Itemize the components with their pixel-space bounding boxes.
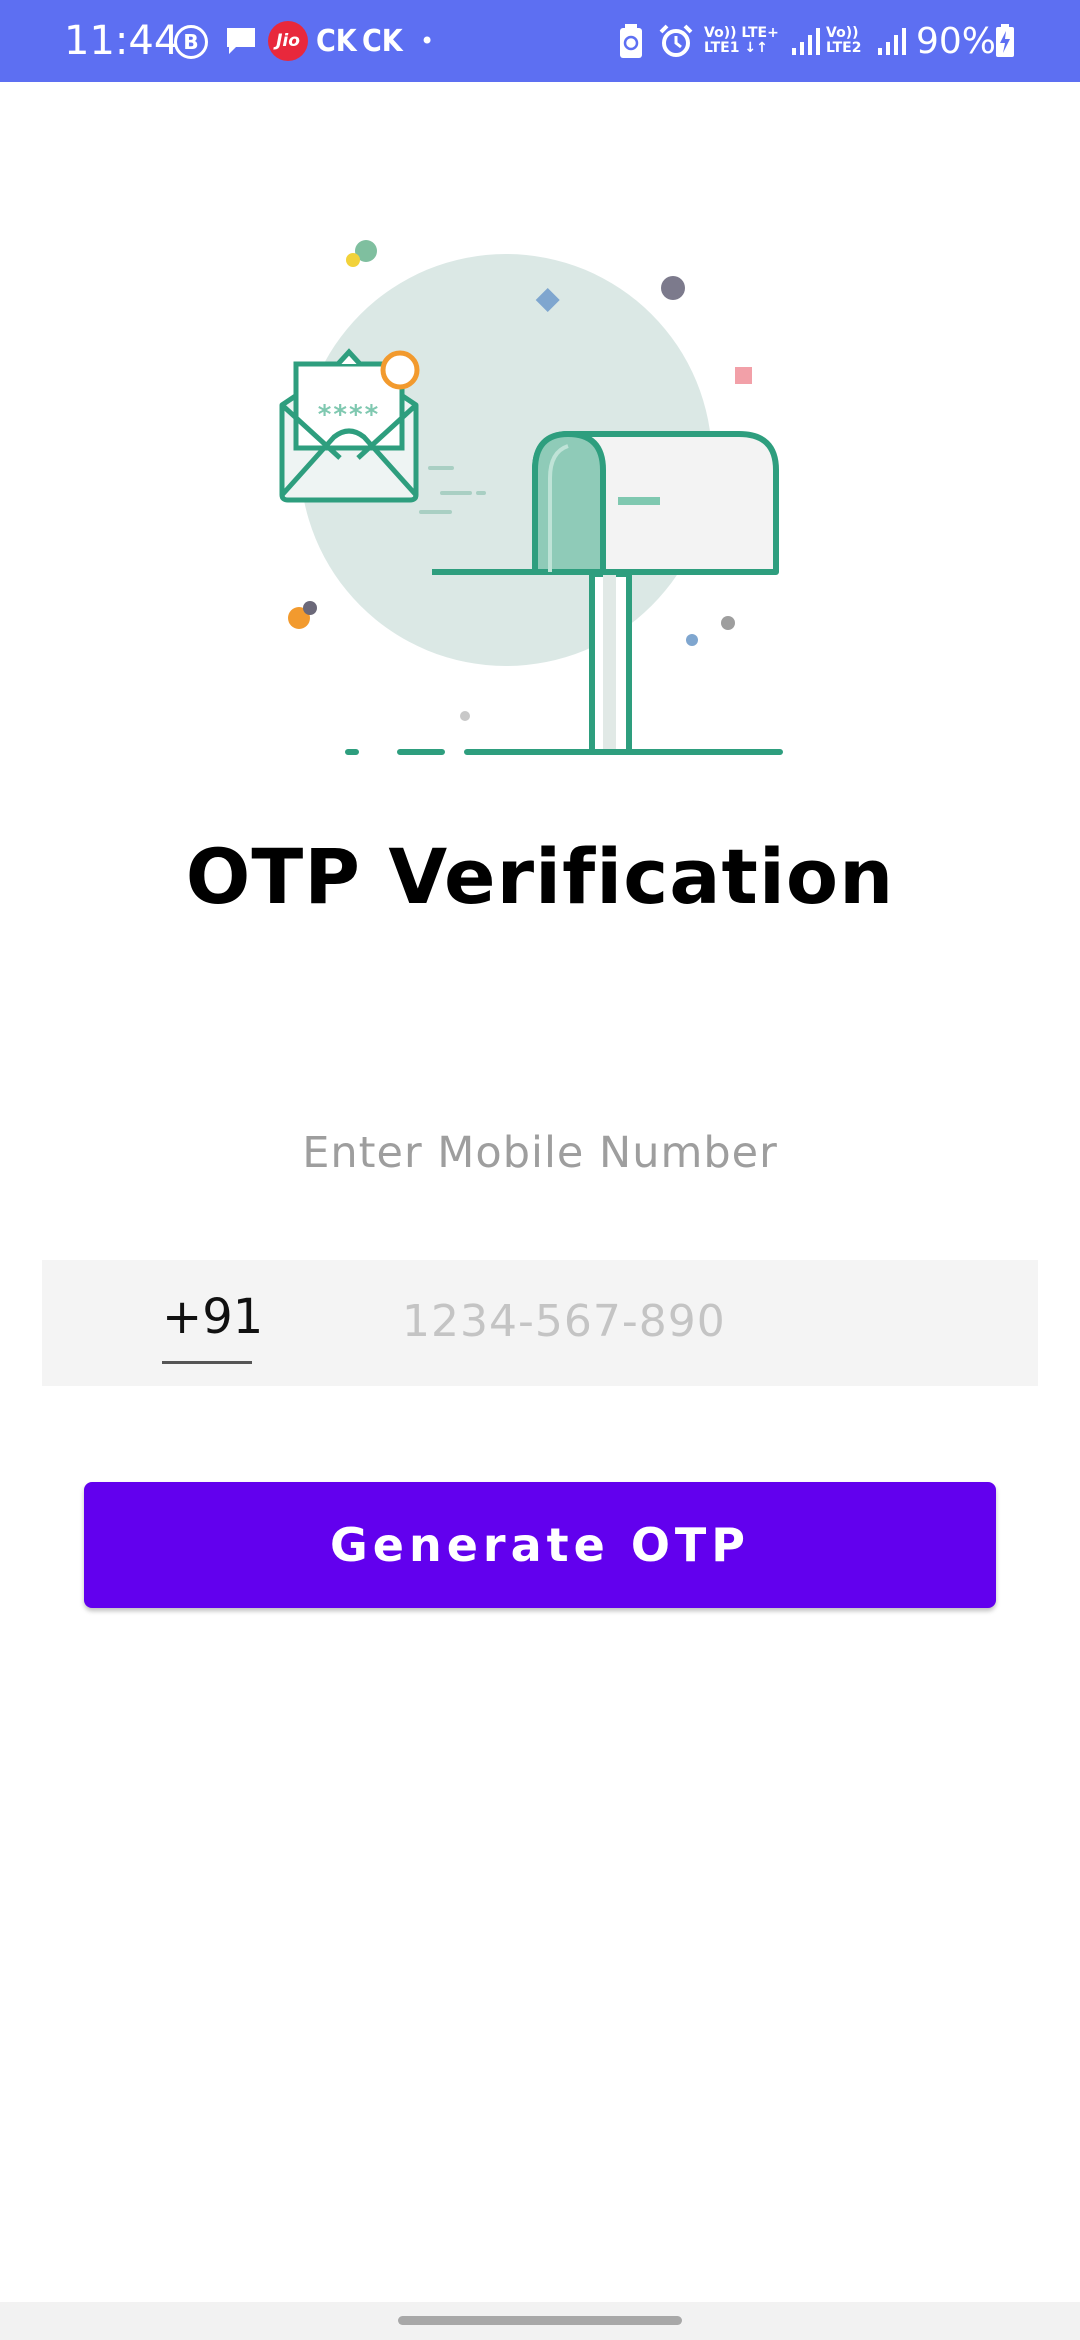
- jio-icon: Jio: [268, 21, 308, 61]
- country-code-field[interactable]: +91: [162, 1288, 263, 1346]
- signal-icon: [876, 22, 908, 60]
- lte1-indicator: Vo)) LTE+ LTE1 ↓↑: [704, 22, 786, 60]
- enter-mobile-label: Enter Mobile Number: [302, 1128, 778, 1178]
- lte2-top-label: Vo)): [826, 25, 859, 41]
- status-time: 11:44: [64, 18, 180, 64]
- mobile-number-input[interactable]: [402, 1286, 962, 1356]
- battery-charging-icon: [994, 22, 1016, 60]
- battery-saver-icon: [614, 22, 648, 60]
- signal-icon: [790, 22, 822, 60]
- battery-percentage: 90%: [916, 20, 997, 62]
- ck-notification-2: CK: [362, 23, 403, 59]
- message-icon: [222, 22, 260, 60]
- more-notifications-dot: •: [420, 27, 435, 55]
- lte1-bottom-label: LTE1 ↓↑: [704, 40, 768, 56]
- status-bar: 11:44 B Jio CK CK • Vo)) LTE+ LTE1 ↓↑ Vo…: [0, 0, 1080, 82]
- navigation-bar: [0, 2302, 1080, 2340]
- country-code-underline: [162, 1361, 252, 1364]
- lte2-bottom-label: LTE2: [826, 40, 862, 56]
- ck-notification-1: CK: [316, 23, 357, 59]
- generate-otp-button[interactable]: Generate OTP: [84, 1482, 996, 1608]
- alarm-icon: [656, 22, 696, 60]
- otp-mask-text: ****: [318, 400, 380, 430]
- lte1-top-label: Vo)) LTE+: [704, 25, 779, 41]
- page-title: OTP Verification: [185, 832, 895, 921]
- lte2-indicator: Vo)) LTE2: [826, 22, 876, 60]
- home-gesture-handle[interactable]: [398, 2316, 682, 2325]
- phone-input-row: +91: [42, 1260, 1038, 1386]
- b-circle-icon: B: [174, 25, 208, 59]
- envelope-icon: ****: [279, 348, 420, 503]
- otp-illustration: ****: [270, 220, 810, 770]
